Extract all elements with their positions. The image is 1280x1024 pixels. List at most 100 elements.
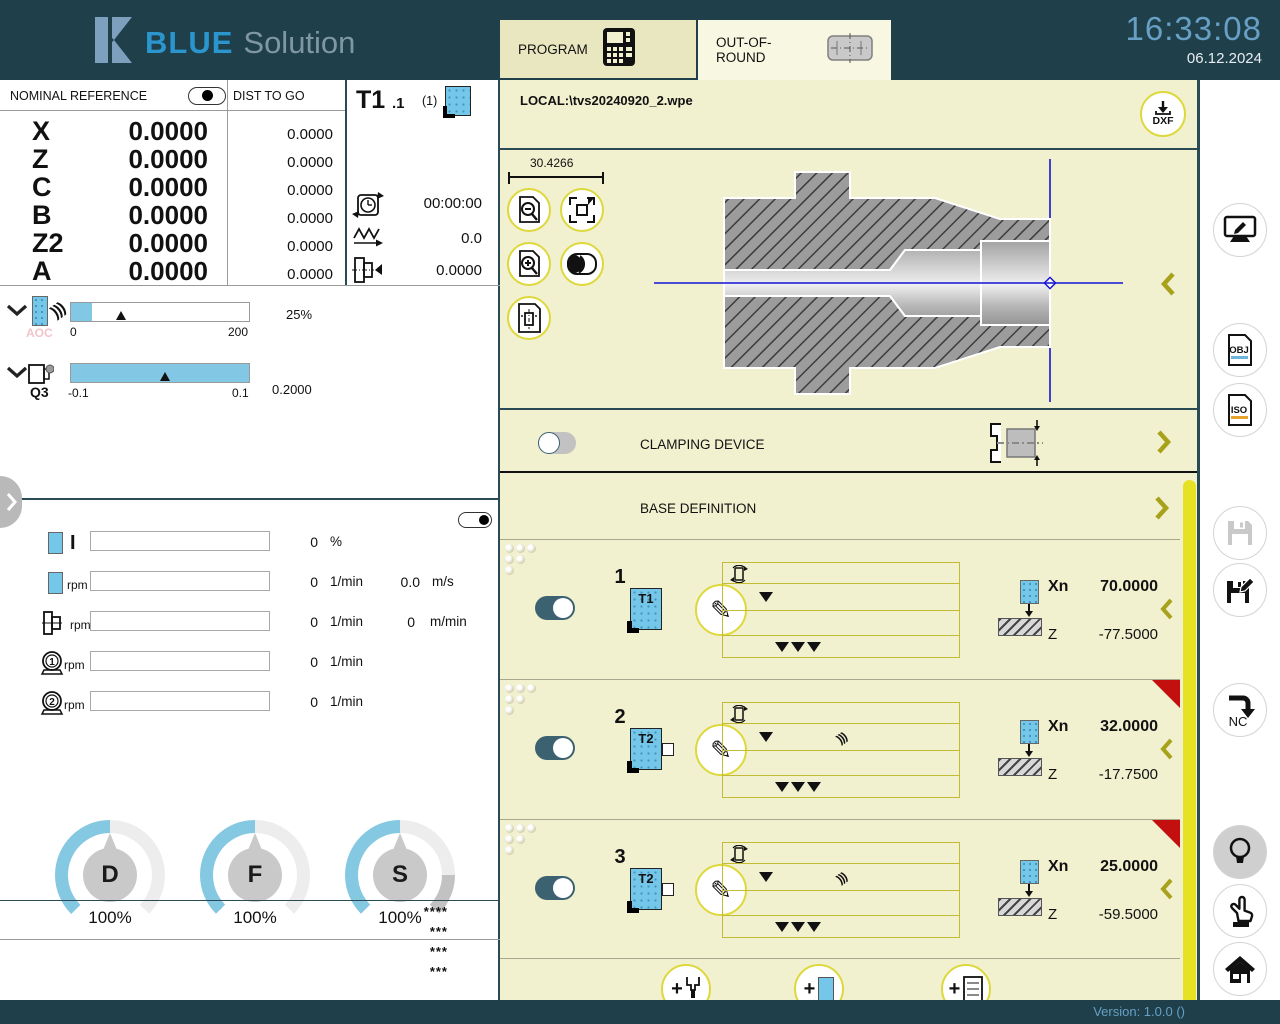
app-logo: BLUE Solution bbox=[95, 17, 355, 68]
dist-value: 0.0000 bbox=[238, 126, 333, 143]
cycle-step-box[interactable] bbox=[722, 635, 960, 658]
simulation-editor-button[interactable] bbox=[1213, 203, 1267, 257]
gauge-percent: 100% bbox=[200, 908, 310, 928]
override-unit2: m/min bbox=[430, 614, 467, 629]
axis-name: Z2 bbox=[32, 228, 64, 259]
nc-generate-button[interactable]: NC bbox=[1213, 683, 1267, 737]
tool-chip-T2[interactable]: T2 bbox=[630, 868, 662, 910]
base-definition-expand-chevron[interactable] bbox=[1154, 496, 1170, 520]
tool-chip-T2[interactable]: T2 bbox=[630, 728, 662, 770]
chevron-down-icon[interactable] bbox=[6, 304, 28, 322]
touch-select-button[interactable] bbox=[1213, 884, 1267, 938]
clamping-device-toggle[interactable] bbox=[538, 432, 576, 454]
tool-chip-label: T2 bbox=[638, 871, 653, 886]
keypad-icon bbox=[602, 27, 636, 72]
cylinder-view-button[interactable] bbox=[560, 242, 604, 286]
q3-max: 0.1 bbox=[232, 386, 249, 400]
cycle-step-box[interactable] bbox=[722, 775, 960, 798]
tab-program[interactable]: PROGRAM bbox=[500, 20, 696, 78]
nominal-reference-toggle[interactable] bbox=[188, 87, 226, 105]
nominal-reference-header: NOMINAL REFERENCE bbox=[10, 89, 147, 103]
q3-label: Q3 bbox=[30, 384, 49, 400]
down-arrow-icon bbox=[759, 872, 773, 882]
app-window: BLUE Solution PROGRAM bbox=[0, 0, 1280, 1024]
cycle-step-box[interactable] bbox=[722, 702, 960, 724]
add-workpiece-button[interactable]: + bbox=[794, 964, 844, 1000]
override-value: 0 bbox=[278, 614, 318, 630]
motor1-rpm-input[interactable] bbox=[90, 651, 270, 671]
clock-date: 06.12.2024 bbox=[1126, 50, 1262, 67]
active-tool-label: T1 bbox=[356, 86, 385, 115]
gauge-feed-F: F 100% bbox=[200, 820, 310, 930]
scale-bar bbox=[508, 176, 604, 178]
cycle-step-box[interactable]: ))) bbox=[722, 723, 960, 751]
cycle-step-box[interactable] bbox=[722, 842, 960, 864]
save-button-disabled[interactable] bbox=[1213, 506, 1267, 560]
row-number: 1 bbox=[605, 566, 635, 589]
cycle-step-box[interactable] bbox=[722, 610, 960, 636]
cycle-step-box[interactable] bbox=[722, 562, 960, 584]
add-tool-button[interactable]: + bbox=[661, 964, 711, 1000]
tool-rpm-input[interactable] bbox=[90, 611, 270, 631]
q3-min: -0.1 bbox=[68, 386, 89, 400]
row-collapse-chevron[interactable] bbox=[1160, 878, 1174, 900]
part-view-button[interactable] bbox=[507, 296, 551, 340]
motor-1-icon: 1 bbox=[40, 650, 66, 681]
spindle-rpm-input[interactable] bbox=[90, 571, 270, 591]
plus-icon: + bbox=[671, 978, 683, 1001]
rpm-label: rpm bbox=[64, 658, 85, 672]
dxf-import-button[interactable]: DXF bbox=[1140, 91, 1186, 137]
override-value2: 0.0 bbox=[380, 574, 420, 590]
tab-out-of-round[interactable]: OUT-OF-ROUND bbox=[698, 20, 891, 80]
row-collapse-chevron[interactable] bbox=[1160, 598, 1174, 620]
cycle-step-box[interactable]: ))) bbox=[722, 863, 960, 891]
cycle-step-box[interactable] bbox=[722, 890, 960, 916]
save-as-button[interactable] bbox=[1213, 563, 1267, 617]
override-unit: 1/min bbox=[330, 614, 363, 629]
row-drag-handle[interactable] bbox=[505, 824, 539, 858]
q3-slider[interactable] bbox=[70, 363, 250, 383]
tool-holder-icon bbox=[685, 976, 701, 1000]
feed-override-input[interactable] bbox=[90, 531, 270, 551]
cycle-step-box[interactable] bbox=[722, 583, 960, 611]
row-collapse-chevron[interactable] bbox=[1160, 738, 1174, 760]
tool-chip-T1[interactable]: T1 bbox=[630, 588, 662, 630]
override-unit: 1/min bbox=[330, 574, 363, 589]
cycle-step-box[interactable] bbox=[722, 915, 960, 938]
add-nc-program-button[interactable]: + bbox=[941, 964, 991, 1000]
home-button[interactable] bbox=[1213, 942, 1267, 996]
cycle-step-box[interactable] bbox=[722, 750, 960, 776]
xn-value: 25.0000 bbox=[1048, 858, 1158, 876]
zoom-out-button[interactable] bbox=[507, 188, 551, 232]
axis-name: Z bbox=[32, 144, 49, 175]
override-value: 0 bbox=[278, 534, 318, 550]
scrollbar[interactable] bbox=[1183, 480, 1196, 1000]
override-toggle[interactable] bbox=[458, 512, 492, 528]
collapse-left-chevron[interactable] bbox=[1160, 272, 1176, 296]
aoc-slider[interactable] bbox=[70, 302, 250, 322]
program-content: LOCAL:\tvs20240920_2.wpe DXF 30.4266 bbox=[500, 80, 1200, 1000]
row-enable-toggle[interactable] bbox=[535, 876, 575, 900]
axis-name: B bbox=[32, 200, 52, 231]
row-drag-handle[interactable] bbox=[505, 544, 539, 578]
row-enable-toggle[interactable] bbox=[535, 596, 575, 620]
clamping-expand-chevron[interactable] bbox=[1156, 430, 1172, 454]
chevron-down-icon[interactable] bbox=[6, 366, 28, 384]
rpm-label: rpm bbox=[70, 618, 91, 632]
iso-file-button[interactable]: ISO bbox=[1213, 383, 1267, 437]
down-arrow-icon bbox=[1024, 604, 1034, 618]
dist-value: 0.0000 bbox=[238, 238, 333, 255]
tab-out-of-round-label: OUT-OF-ROUND bbox=[716, 35, 813, 65]
row-enable-toggle[interactable] bbox=[535, 736, 575, 760]
obj-file-button[interactable]: OBJ bbox=[1213, 323, 1267, 377]
svg-text:2: 2 bbox=[49, 697, 55, 708]
row-drag-handle[interactable] bbox=[505, 684, 539, 718]
clock-box: 16:33:08 06.12.2024 bbox=[1126, 10, 1262, 67]
row-number: 3 bbox=[605, 846, 635, 869]
hint-light-button[interactable] bbox=[1213, 825, 1267, 879]
zoom-in-button[interactable] bbox=[507, 242, 551, 286]
base-definition-title: BASE DEFINITION bbox=[640, 501, 756, 516]
fit-view-button[interactable] bbox=[560, 188, 604, 232]
motor2-rpm-input[interactable] bbox=[90, 691, 270, 711]
action-sidebar: OBJ ISO NC bbox=[1203, 80, 1280, 1000]
